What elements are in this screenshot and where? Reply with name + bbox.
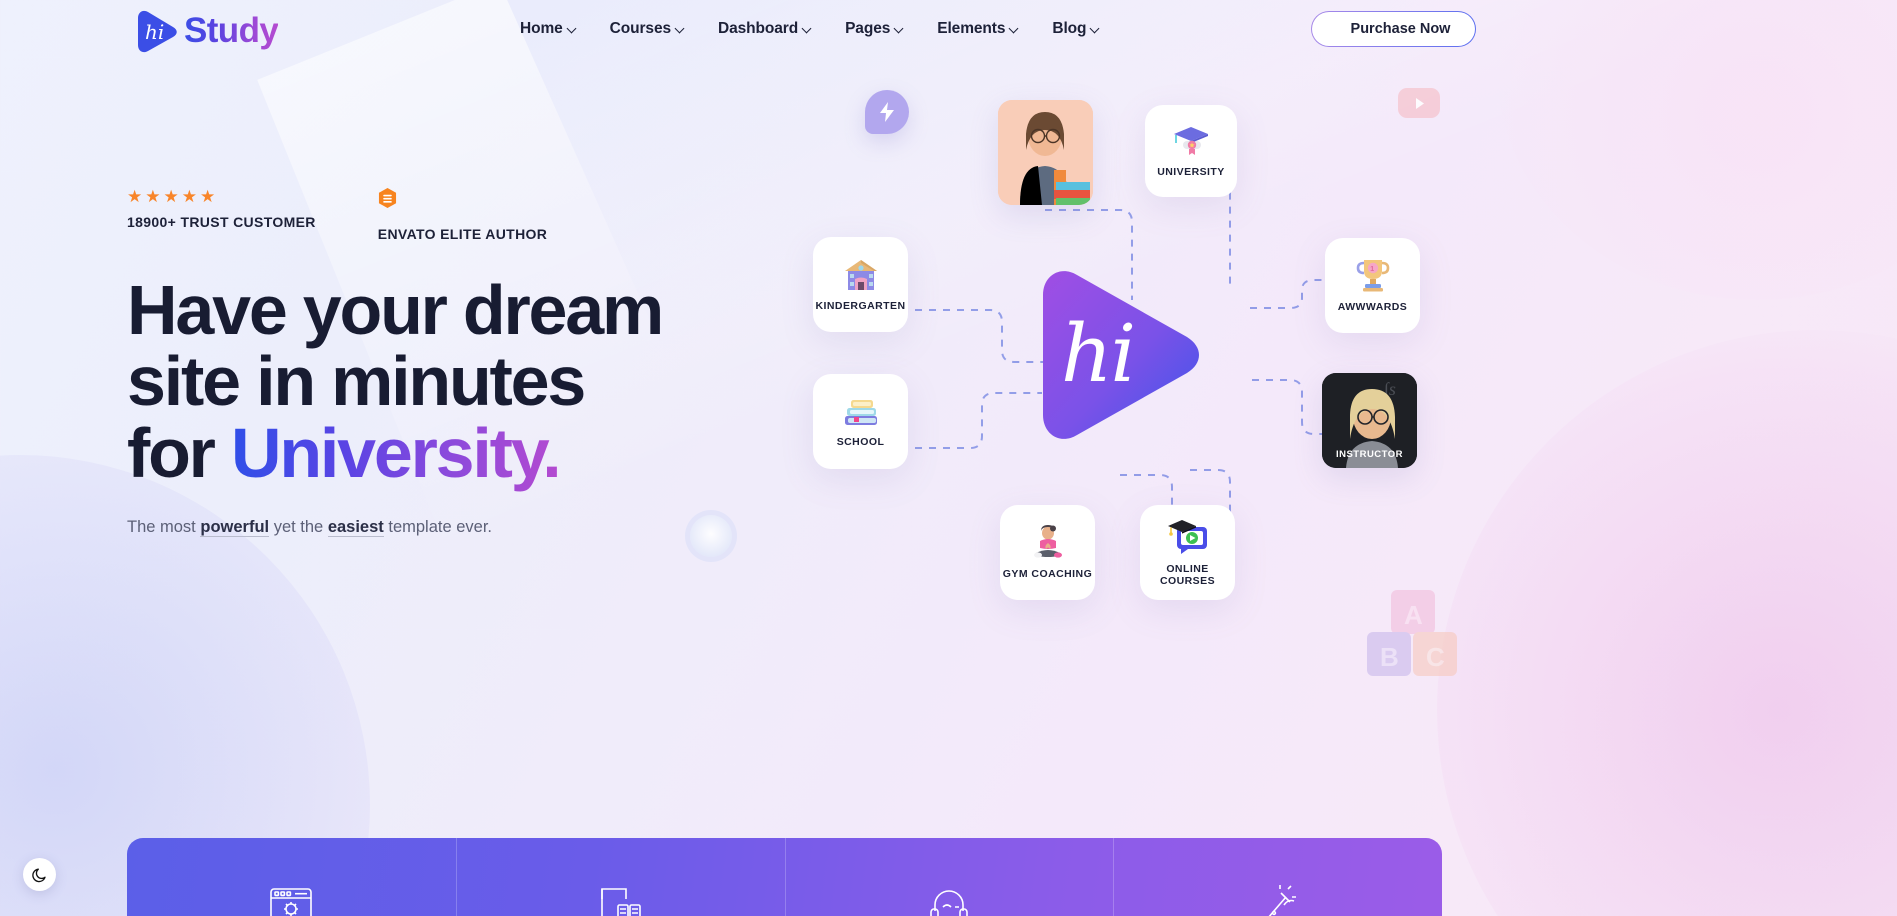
chevron-down-icon <box>1091 24 1100 33</box>
magic-wand-icon <box>1268 885 1296 916</box>
node-gym-coaching[interactable]: GYM COACHING <box>1000 505 1095 600</box>
headline-highlight: University. <box>230 413 562 492</box>
chevron-down-icon <box>676 24 685 33</box>
nav-item-dashboard[interactable]: Dashboard <box>718 20 812 38</box>
hero-subtitle: The most powerful yet the easiest templa… <box>127 518 767 538</box>
instructor-label: INSTRUCTOR <box>1335 449 1404 460</box>
headline-prefix: for <box>127 413 231 492</box>
star-icon: ★ <box>200 187 216 206</box>
star-icon: ★ <box>181 187 197 206</box>
nav-label: Dashboard <box>718 20 799 37</box>
headline-line-2: site in minutes <box>127 342 586 421</box>
svg-text:1: 1 <box>1370 266 1374 273</box>
node-label: KINDERGARTEN <box>815 300 906 312</box>
sub-bold-powerful: powerful <box>200 518 270 538</box>
site-header: hi Study Home Courses Dashboard Pages El… <box>0 0 1897 64</box>
node-label: SCHOOL <box>836 436 885 448</box>
video-lesson-icon <box>1167 520 1207 554</box>
envato-author-label: ENVATO ELITE AUTHOR <box>377 226 548 242</box>
logo[interactable]: hi Study <box>130 6 279 56</box>
feature-cell-3[interactable] <box>784 838 1114 916</box>
support-headset-icon <box>930 890 968 916</box>
node-label: ONLINE COURSES <box>1159 563 1216 587</box>
logo-text: Study <box>184 11 279 50</box>
headline-line-1: Have your dream <box>127 271 664 349</box>
nav-label: Courses <box>609 20 671 37</box>
sub-bold-easiest: easiest <box>327 518 384 538</box>
school-house-icon <box>844 260 877 290</box>
layout-blocks-icon <box>601 888 641 916</box>
node-label: GYM COACHING <box>1002 568 1093 580</box>
nav-item-elements[interactable]: Elements <box>937 20 1019 38</box>
student-photo-card <box>998 100 1093 205</box>
nav-item-home[interactable]: Home <box>520 20 577 38</box>
trust-customer-block: ★ ★ ★ ★ ★ 18900+ TRUST CUSTOMER <box>127 188 316 230</box>
nav-label: Elements <box>937 20 1006 37</box>
nav-item-pages[interactable]: Pages <box>845 20 904 38</box>
browser-window-icon <box>270 888 313 916</box>
hero-illustration: A B C hi ∫s INSTRUCTOR UNIVERSITY KINDER… <box>690 50 1897 750</box>
feature-bar <box>127 838 1442 916</box>
chevron-down-icon <box>568 24 577 33</box>
star-icon: ★ <box>145 187 161 206</box>
purchase-now-label: Purchase Now <box>1350 21 1451 37</box>
nav-label: Blog <box>1052 20 1087 37</box>
trophy-icon: 1 <box>1356 260 1389 292</box>
trust-row: ★ ★ ★ ★ ★ 18900+ TRUST CUSTOMER ENVATO E… <box>127 188 767 242</box>
feature-cell-4[interactable] <box>1113 838 1442 916</box>
nav-item-courses[interactable]: Courses <box>610 20 685 38</box>
envato-icon <box>378 188 396 208</box>
yoga-figure-icon <box>1033 525 1062 558</box>
chevron-down-icon <box>895 24 904 33</box>
node-school[interactable]: SCHOOL <box>813 374 908 469</box>
node-label: AWWWARDS <box>1337 301 1408 313</box>
svg-text:B: B <box>1380 642 1399 672</box>
node-online-courses[interactable]: ONLINE COURSES <box>1140 505 1235 600</box>
svg-text:C: C <box>1426 642 1445 672</box>
moon-icon <box>31 868 46 882</box>
center-play-logo: hi <box>1035 265 1203 445</box>
sub-mid: yet the <box>269 518 328 537</box>
chevron-down-icon <box>803 24 812 33</box>
sub-pre: The most <box>127 518 201 537</box>
logo-play-icon: hi <box>130 6 180 56</box>
hero-copy: ★ ★ ★ ★ ★ 18900+ TRUST CUSTOMER ENVATO E… <box>127 188 767 538</box>
chevron-down-icon <box>1010 24 1019 33</box>
nav-label: Home <box>520 20 563 37</box>
sub-post: template ever. <box>383 518 493 537</box>
abc-blocks-icon: A B C <box>1367 590 1457 676</box>
node-label: UNIVERSITY <box>1157 165 1225 178</box>
dark-mode-toggle[interactable] <box>23 858 56 891</box>
svg-text:hi: hi <box>145 20 164 44</box>
rating-stars: ★ ★ ★ ★ ★ <box>127 188 316 205</box>
nav-label: Pages <box>845 20 891 37</box>
trust-customer-label: 18900+ TRUST CUSTOMER <box>127 214 316 230</box>
stacked-books-icon <box>844 400 877 425</box>
graduation-cap-diploma-icon <box>1174 126 1208 155</box>
headline-line-3: for University. <box>127 417 767 489</box>
center-logo-text: hi <box>1061 307 1136 400</box>
svg-text:A: A <box>1404 600 1423 630</box>
node-university[interactable]: UNIVERSITY <box>1145 105 1237 197</box>
star-icon: ★ <box>127 187 143 206</box>
feature-cell-1[interactable] <box>127 838 456 916</box>
feature-cell-2[interactable] <box>455 838 785 916</box>
main-nav: Home Courses Dashboard Pages Elements Bl… <box>520 20 1100 38</box>
star-icon: ★ <box>163 187 179 206</box>
node-kindergarten[interactable]: KINDERGARTEN <box>813 237 908 332</box>
nav-item-blog[interactable]: Blog <box>1052 20 1100 38</box>
page-title: Have your dream site in minutes for Univ… <box>127 271 767 489</box>
node-awwwards[interactable]: 1 AWWWARDS <box>1325 238 1420 333</box>
youtube-play-icon <box>1398 88 1440 118</box>
envato-author-block: ENVATO ELITE AUTHOR <box>378 188 547 242</box>
instructor-photo-card: ∫s INSTRUCTOR <box>1322 373 1417 468</box>
bolt-bubble-icon <box>865 90 909 134</box>
purchase-now-button[interactable]: Purchase Now <box>1311 11 1476 47</box>
